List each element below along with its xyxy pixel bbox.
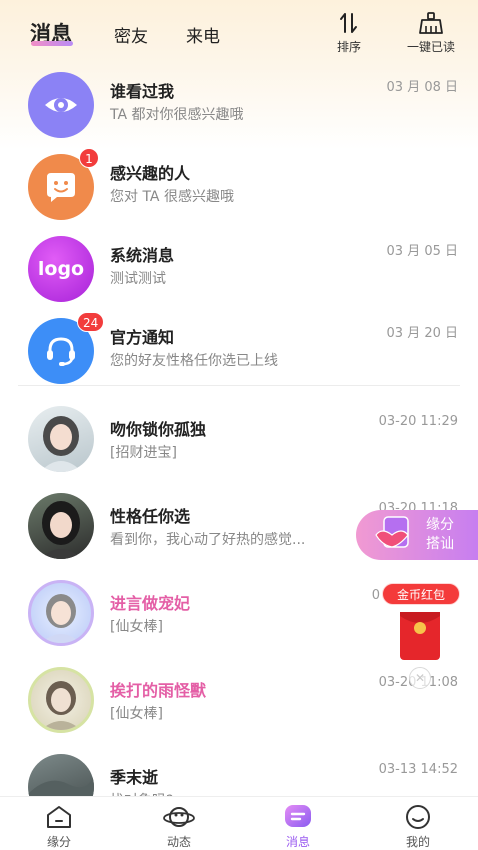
item-subtitle: 测试测试 [110, 271, 166, 287]
conversation-preview: [仙女棒] [110, 619, 163, 635]
coin-red-packet-tag[interactable]: 金币红包 [382, 583, 460, 605]
nav-label: 我的 [405, 835, 430, 849]
list-item-official-notice[interactable]: 24 官方通知 您的好友性格任你选已上线 03 月 20 日 [0, 312, 478, 394]
item-time: 03 月 08 日 [386, 80, 458, 95]
nav-label: 消息 [285, 835, 310, 849]
unread-badge: 24 [77, 312, 105, 332]
nav-item-me[interactable]: 我的 [383, 803, 453, 850]
section-divider [18, 385, 460, 386]
nav-label: 缘分 [46, 835, 71, 849]
item-subtitle: 您的好友性格任你选已上线 [110, 353, 278, 369]
sort-button[interactable]: 排序 [333, 10, 365, 55]
avatar [28, 406, 94, 472]
item-time: 03 月 20 日 [386, 326, 458, 341]
sort-label: 排序 [336, 40, 361, 54]
avatar [28, 667, 94, 733]
conversation-time: 0 [371, 588, 380, 603]
broom-icon [400, 10, 462, 36]
list-item-interested-people[interactable]: 1 感兴趣的人 您对 TA 很感兴趣哦 [0, 148, 478, 230]
sort-icon [333, 10, 365, 36]
system-logo: logo [28, 236, 94, 302]
tab-close-friends[interactable]: 密友 [114, 22, 148, 47]
profile-icon [383, 803, 453, 831]
avatar [28, 580, 94, 646]
floating-label: 缘分 搭讪 [426, 516, 454, 554]
avatar [28, 493, 94, 559]
planet-icon [144, 803, 214, 831]
conversation-time: 03-13 14:52 [378, 762, 458, 777]
list-item-system-messages[interactable]: logo 系统消息 测试测试 03 月 05 日 [0, 230, 478, 312]
home-icon [24, 803, 94, 831]
item-subtitle: TA 都对你很感兴趣哦 [110, 107, 244, 123]
read-all-button[interactable]: 一键已读 [400, 10, 462, 55]
item-subtitle: 您对 TA 很感兴趣哦 [110, 189, 234, 205]
conversation-row[interactable]: 挨打的雨怪獸 [仙女棒] 03-20 11:08 [0, 661, 478, 743]
conversation-preview: [招财进宝] [110, 445, 177, 461]
read-all-label: 一键已读 [406, 40, 455, 54]
conversation-name: 挨打的雨怪獸 [110, 681, 207, 700]
close-icon[interactable]: ✕ [409, 667, 431, 689]
floating-label-line2: 搭讪 [426, 536, 454, 552]
item-title: 谁看过我 [110, 82, 175, 101]
conversation-time: 03-20 11:29 [378, 414, 458, 429]
conversation-row[interactable]: 吻你锁你孤独 [招财进宝] 03-20 11:29 [0, 400, 478, 482]
nav-label: 动态 [166, 835, 191, 849]
bottom-navigation: 缘分 动态 消息 我的 [0, 796, 478, 850]
active-tab-indicator [31, 41, 73, 46]
conversation-preview: 看到你，我心动了好热的感觉... [110, 532, 306, 548]
conversation-name: 性格任你选 [110, 507, 191, 526]
conversation-name: 进言做宠妃 [110, 594, 191, 613]
nav-item-fate[interactable]: 缘分 [24, 803, 94, 850]
item-title: 感兴趣的人 [110, 164, 191, 183]
conversation-name: 吻你锁你孤独 [110, 420, 207, 439]
item-title: 系统消息 [110, 246, 175, 265]
item-title: 官方通知 [110, 328, 175, 347]
match-chat-floating-button[interactable]: 缘分 搭讪 [356, 510, 478, 560]
floating-label-line1: 缘分 [426, 517, 454, 533]
unread-badge: 1 [79, 148, 99, 168]
nav-item-moments[interactable]: 动态 [144, 803, 214, 850]
logo-text: logo [37, 258, 85, 280]
nav-item-messages[interactable]: 消息 [263, 803, 333, 850]
item-time: 03 月 05 日 [386, 244, 458, 259]
message-icon [263, 803, 333, 831]
heart-card-icon [370, 515, 418, 559]
eye-icon [28, 72, 94, 138]
list-item-who-viewed-me[interactable]: 谁看过我 TA 都对你很感兴趣哦 03 月 08 日 [0, 66, 478, 148]
conversation-name: 季末逝 [110, 768, 159, 787]
red-envelope-icon[interactable] [400, 612, 440, 660]
tab-calls[interactable]: 来电 [186, 22, 220, 47]
conversation-preview: [仙女棒] [110, 706, 163, 722]
top-bar: 消息 密友 来电 排序 一键已读 [0, 0, 478, 60]
